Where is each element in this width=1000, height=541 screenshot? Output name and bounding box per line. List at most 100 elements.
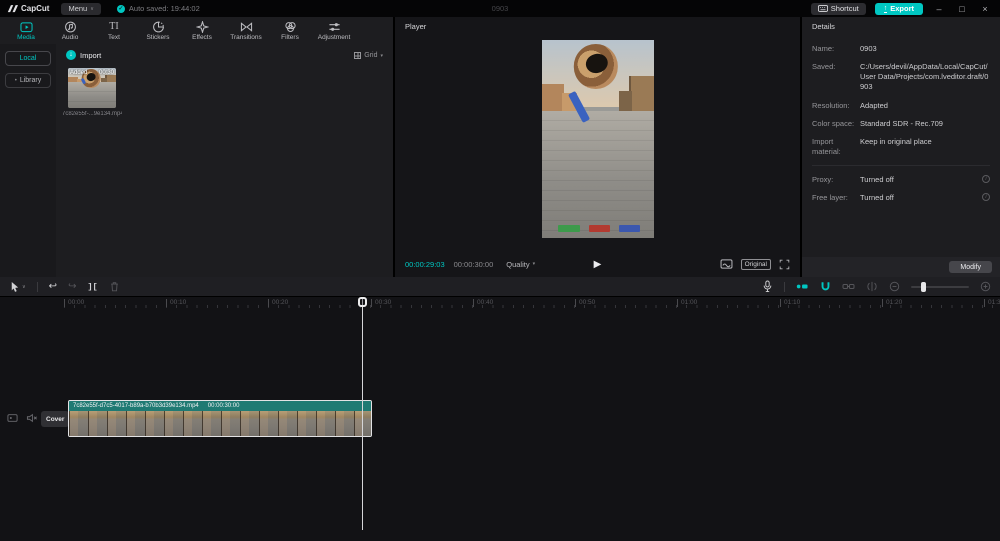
track-keyframe-icon [796,281,809,292]
detail-label: Import material: [812,137,860,157]
detail-label: Color space: [812,119,860,129]
info-icon[interactable]: i [982,175,990,183]
tab-label: Text [108,34,120,41]
detail-value: Turned off [860,193,982,202]
titlebar: CapCut Menu ∨ ✓ Auto saved: 19:44:02 090… [0,0,1000,17]
tab-text[interactable]: TI Text [92,21,136,41]
play-button[interactable]: ▶ [594,259,602,270]
select-tool-button[interactable]: ∨ [9,281,26,293]
detail-row-resolution: Resolution: Adapted [812,101,990,111]
info-icon[interactable]: i [982,193,990,201]
microphone-icon [762,280,773,293]
detail-label: Saved: [812,62,860,92]
media-icon [20,21,33,33]
tab-adjustment[interactable]: Adjustment [312,21,356,41]
zoom-in-icon [980,281,991,292]
fullscreen-icon[interactable] [779,259,790,270]
clip-header: 7c82e55f-d7c5-4017-b89a-b70b3d39e134.mp4… [69,401,371,411]
quality-dropdown[interactable]: Quality ▾ [506,260,535,269]
detail-value: Adapted [860,101,990,111]
tab-effects[interactable]: Effects [180,21,224,41]
saved-check-icon: ✓ [117,5,125,13]
library-dot-icon: • [15,78,17,84]
detail-label: Resolution: [812,101,860,111]
ruler-label: 00:40 [473,299,493,307]
magnet-icon [820,281,831,292]
detail-value: Turned off [860,175,982,184]
zoom-out-button[interactable] [889,281,900,292]
ruler-ticks [64,305,1000,308]
clip-filename: 7c82e55f-...9e134.mp4 [62,111,122,117]
export-button[interactable]: ↑ Export [875,3,923,15]
details-panel: Details Name: 0903 Saved: C:/Users/devil… [802,17,1000,277]
zoom-in-button[interactable] [980,281,991,292]
preview-axis-button[interactable] [866,281,878,292]
timeline-ruler[interactable]: 00:00 00:10 00:20 00:30 00:40 00:50 01:0… [0,297,1000,309]
clip-filmstrip [69,411,371,436]
zoom-out-icon [889,281,900,292]
undo-icon: ↩ [49,282,57,292]
tab-label: Stickers [146,34,169,41]
tab-label: Audio [62,34,79,41]
main-track-magnetic-button[interactable] [796,281,809,292]
transitions-icon [240,21,253,33]
auto-snap-button[interactable] [820,281,831,292]
video-preview[interactable] [542,40,654,238]
track-thumbnail-toggle[interactable] [7,413,18,423]
cursor-icon [9,281,20,293]
divider [784,282,785,292]
playhead-line[interactable] [362,297,363,530]
track-display-icon [7,413,18,423]
media-clip-card[interactable]: Added 00:30 [68,68,116,108]
video-frame [542,40,654,238]
tab-media[interactable]: Media [4,21,48,41]
quality-label: Quality [506,260,529,269]
close-button[interactable]: × [978,4,992,14]
menu-button[interactable]: Menu ∨ [61,3,100,15]
playhead-handle[interactable] [358,297,367,307]
timeline-toolbar: ∨ ↩ ↪ ][ [0,277,1000,296]
cover-button[interactable]: Cover [41,411,69,427]
ruler-label: 00:20 [268,299,288,307]
track-mute-button[interactable] [26,413,38,423]
tab-label: Transitions [230,34,262,41]
tab-label: Effects [192,34,212,41]
modify-button[interactable]: Modify [949,261,992,273]
chevron-down-icon: ▾ [380,53,383,59]
sidebar-item-library[interactable]: • Library [5,73,51,88]
undo-button[interactable]: ↩ [49,282,57,292]
audio-icon [64,21,77,33]
record-voiceover-button[interactable] [762,280,773,293]
sidebar-item-local[interactable]: Local [5,51,51,66]
sticker-icon [152,21,165,33]
tab-transitions[interactable]: Transitions [224,21,268,41]
tab-audio[interactable]: Audio [48,21,92,41]
linking-button[interactable] [842,281,855,292]
import-button[interactable]: ↓ Import [66,50,101,60]
grid-view-button[interactable]: Grid ▾ [354,52,383,59]
ruler-label: 01:3 [984,299,1000,307]
delete-button[interactable] [109,281,120,293]
tab-stickers[interactable]: Stickers [136,21,180,41]
maximize-button[interactable]: □ [955,4,969,14]
minimize-button[interactable]: – [932,4,946,14]
scale-selector[interactable]: Original [741,259,771,270]
redo-button[interactable]: ↪ [68,282,76,292]
timeline[interactable]: 00:00 00:10 00:20 00:30 00:40 00:50 01:0… [0,296,1000,541]
filters-icon [284,21,297,33]
grid-label: Grid [364,52,377,59]
split-button[interactable]: ][ [87,282,97,292]
timeline-zoom-slider[interactable] [911,286,969,288]
ratio-icon[interactable] [720,259,733,269]
tab-label: Adjustment [318,34,351,41]
divider [812,165,990,166]
detail-label: Proxy: [812,175,860,184]
zoom-slider-handle[interactable] [921,282,926,292]
timeline-clip[interactable]: 7c82e55f-d7c5-4017-b89a-b70b3d39e134.mp4… [68,400,372,437]
chevron-down-icon: ▾ [533,261,536,267]
tab-filters[interactable]: Filters [268,21,312,41]
ruler-label: 00:50 [575,299,595,307]
shortcut-button[interactable]: Shortcut [811,3,866,15]
detail-label: Free layer: [812,193,860,202]
ruler-label: 00:10 [166,299,186,307]
